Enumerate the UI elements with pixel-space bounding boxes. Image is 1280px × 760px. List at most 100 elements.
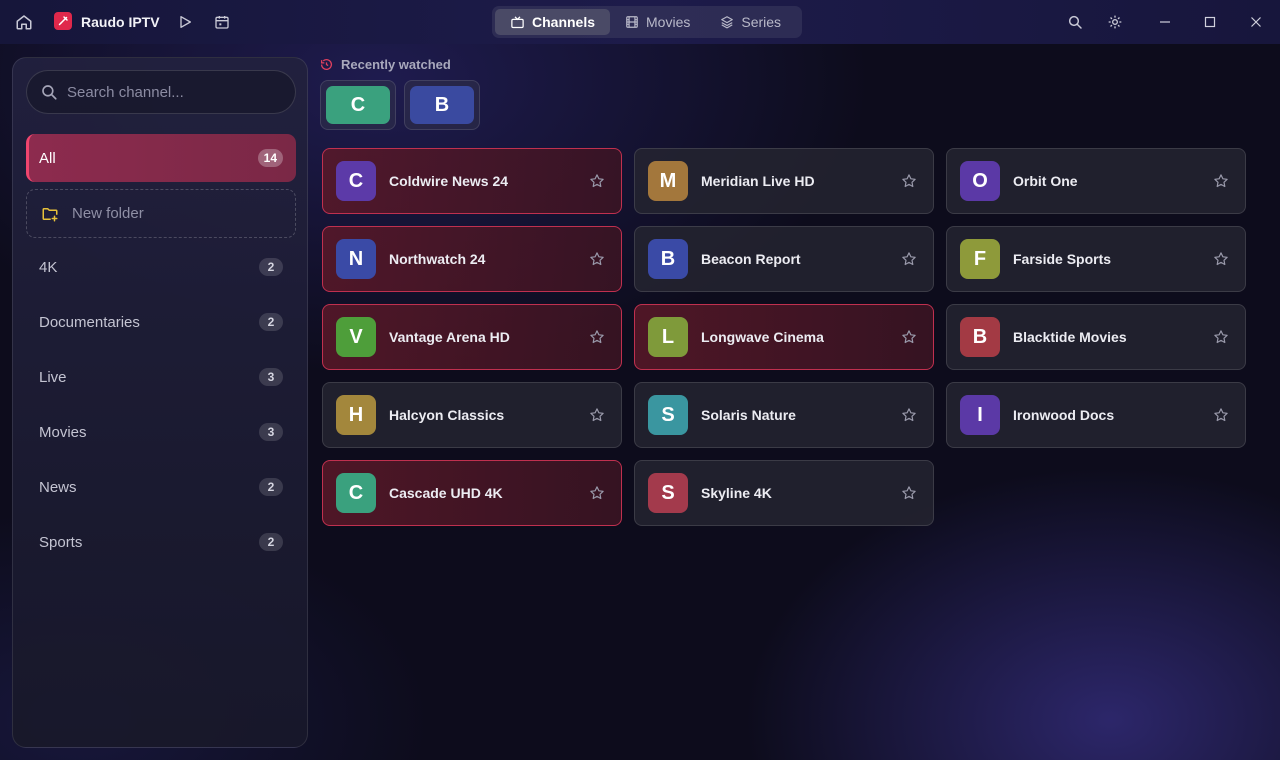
recent-channel-tile[interactable]: B (404, 80, 480, 130)
tab-series[interactable]: Series (705, 9, 796, 35)
star-icon[interactable] (1212, 406, 1230, 424)
channel-name: Skyline 4K (701, 485, 772, 501)
channel-logo-badge: B (648, 239, 688, 279)
sidebar-item-label: Movies (39, 423, 87, 441)
sidebar-item-movies[interactable]: Movies 3 (26, 408, 296, 456)
channel-card[interactable]: N Northwatch 24 (322, 226, 622, 292)
channel-card[interactable]: S Solaris Nature (634, 382, 934, 448)
count-badge: 3 (259, 423, 283, 441)
channel-card[interactable]: F Farside Sports (946, 226, 1246, 292)
new-folder-label: New folder (72, 205, 144, 222)
count-badge: 2 (259, 533, 283, 551)
channel-logo-badge: F (960, 239, 1000, 279)
star-icon[interactable] (1212, 328, 1230, 346)
sidebar-item-news[interactable]: News 2 (26, 463, 296, 511)
channel-card[interactable]: L Longwave Cinema (634, 304, 934, 370)
channel-card[interactable]: C Coldwire News 24 (322, 148, 622, 214)
sidebar-item-live[interactable]: Live 3 (26, 353, 296, 401)
sidebar-item-sports[interactable]: Sports 2 (26, 518, 296, 566)
tab-movies[interactable]: Movies (610, 9, 705, 35)
star-icon[interactable] (588, 484, 606, 502)
tab-channels[interactable]: Channels (495, 9, 611, 35)
channel-card[interactable]: B Beacon Report (634, 226, 934, 292)
channel-name: Halcyon Classics (389, 407, 505, 423)
channel-logo-badge: M (648, 161, 688, 201)
tv-icon (511, 15, 524, 28)
count-badge: 2 (259, 313, 283, 331)
search-icon (40, 83, 58, 106)
channel-card[interactable]: S Skyline 4K (634, 460, 934, 526)
channel-logo-badge: C (326, 86, 390, 124)
channel-logo-badge: C (336, 473, 376, 513)
calendar-icon[interactable] (212, 12, 232, 32)
sidebar-item-label: Sports (39, 533, 83, 551)
layers-icon (721, 16, 734, 29)
channel-name: Longwave Cinema (701, 329, 824, 345)
channel-name: Beacon Report (701, 251, 801, 267)
channel-card[interactable]: B Blacktide Movies (946, 304, 1246, 370)
tab-channels-label: Channels (532, 14, 596, 30)
channel-card[interactable]: O Orbit One (946, 148, 1246, 214)
search-box (26, 70, 296, 114)
channel-card[interactable]: M Meridian Live HD (634, 148, 934, 214)
new-folder-button[interactable]: New folder (26, 189, 296, 238)
star-icon[interactable] (588, 406, 606, 424)
star-icon[interactable] (900, 406, 918, 424)
star-icon[interactable] (588, 328, 606, 346)
star-icon[interactable] (900, 172, 918, 190)
count-badge: 2 (259, 258, 283, 276)
channel-card[interactable]: C Cascade UHD 4K (322, 460, 622, 526)
tab-movies-label: Movies (646, 14, 691, 30)
star-icon[interactable] (588, 172, 606, 190)
channel-logo-badge: N (336, 239, 376, 279)
channel-name: Solaris Nature (701, 407, 796, 423)
home-icon[interactable] (14, 12, 34, 32)
channel-logo-badge: O (960, 161, 1000, 201)
star-icon[interactable] (1212, 172, 1230, 190)
sidebar-item-all[interactable]: All 14 (26, 134, 296, 182)
count-badge: 2 (259, 478, 283, 496)
sidebar: All 14 New folder 4K 2 Documentaries 2 L… (12, 57, 308, 748)
channel-card[interactable]: I Ironwood Docs (946, 382, 1246, 448)
sidebar-item-label: 4K (39, 258, 58, 276)
recent-channel-tile[interactable]: C (320, 80, 396, 130)
search-input[interactable] (67, 71, 287, 113)
app-name: Raudo IPTV (81, 14, 160, 30)
star-icon[interactable] (588, 250, 606, 268)
channel-name: Coldwire News 24 (389, 173, 509, 189)
sidebar-item-label: Documentaries (39, 313, 140, 331)
channel-card[interactable]: H Halcyon Classics (322, 382, 622, 448)
film-icon (626, 16, 638, 28)
tab-series-label: Series (741, 14, 782, 30)
channel-logo-badge: S (648, 395, 688, 435)
count-badge: 14 (257, 149, 283, 167)
channel-logo-badge: B (410, 86, 474, 124)
star-icon[interactable] (1212, 250, 1230, 268)
star-icon[interactable] (900, 328, 918, 346)
minimize-icon[interactable] (1155, 12, 1175, 32)
sidebar-item-documentaries[interactable]: Documentaries 2 (26, 298, 296, 346)
channel-logo-badge: L (648, 317, 688, 357)
search-icon[interactable] (1065, 12, 1085, 32)
channel-name: Cascade UHD 4K (389, 485, 503, 501)
channel-logo-badge: B (960, 317, 1000, 357)
star-icon[interactable] (900, 484, 918, 502)
channel-logo-badge: C (336, 161, 376, 201)
sidebar-item-label: All (39, 149, 56, 167)
maximize-icon[interactable] (1200, 12, 1220, 32)
recently-watched-header: Recently watched (320, 57, 451, 72)
app-logo-icon (54, 12, 72, 30)
channel-logo-badge: S (648, 473, 688, 513)
folder-add-icon (42, 207, 58, 221)
channel-name: Blacktide Movies (1013, 329, 1127, 345)
channel-name: Ironwood Docs (1013, 407, 1115, 423)
channel-name: Vantage Arena HD (389, 329, 510, 345)
play-icon[interactable] (175, 12, 195, 32)
channel-card[interactable]: V Vantage Arena HD (322, 304, 622, 370)
sidebar-item-4k[interactable]: 4K 2 (26, 243, 296, 291)
close-icon[interactable] (1246, 12, 1266, 32)
gear-icon[interactable] (1105, 12, 1125, 32)
history-icon (320, 58, 332, 70)
star-icon[interactable] (900, 250, 918, 268)
title-bar: Raudo IPTV Channels Movies Series (0, 0, 1280, 44)
